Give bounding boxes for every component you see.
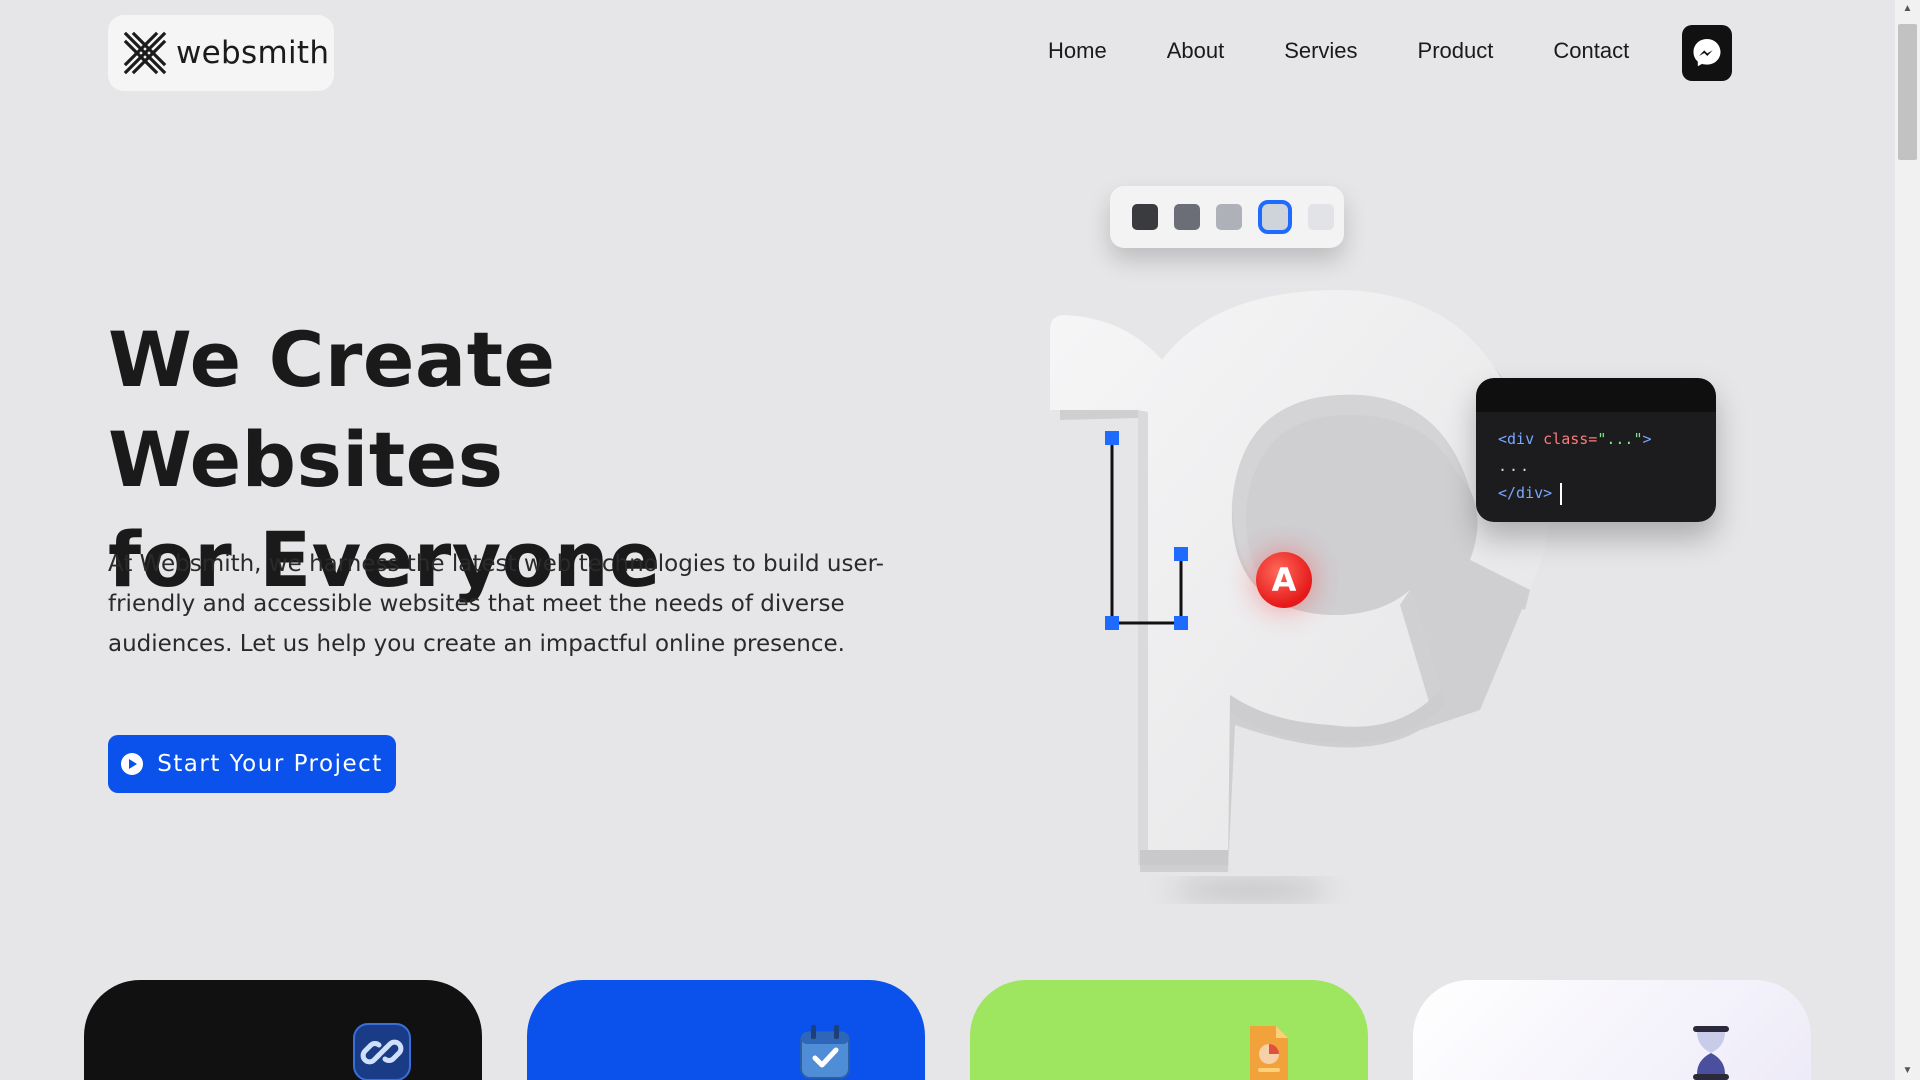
- feature-card[interactable]: [527, 980, 925, 1080]
- messenger-icon: [1693, 39, 1721, 67]
- main-nav: Home About Servies Product Contact: [1048, 38, 1689, 64]
- hero-description: At Websmith, we harness the latest web t…: [108, 551, 884, 657]
- calendar-check-icon: [800, 1025, 850, 1079]
- scroll-down-arrow-icon[interactable]: ▼: [1899, 1064, 1916, 1078]
- nav-contact[interactable]: Contact: [1553, 38, 1629, 64]
- color-swatch[interactable]: [1308, 204, 1334, 230]
- play-icon: [121, 753, 144, 775]
- scrollbar[interactable]: [1895, 0, 1920, 1080]
- messenger-button[interactable]: [1682, 25, 1732, 81]
- hourglass-icon: [1693, 1026, 1729, 1080]
- color-swatch-selected[interactable]: [1258, 200, 1292, 234]
- logo-text: websmith: [176, 35, 330, 71]
- nav-product[interactable]: Product: [1418, 38, 1494, 64]
- start-project-button[interactable]: Start Your Project: [108, 735, 396, 793]
- page: websmith Home About Servies Product Cont…: [0, 0, 1920, 1080]
- feature-card[interactable]: [84, 980, 482, 1080]
- code-line: ...: [1498, 457, 1532, 475]
- color-palette: [1110, 186, 1344, 248]
- nav-home[interactable]: Home: [1048, 38, 1107, 64]
- color-swatch[interactable]: [1174, 204, 1200, 230]
- color-swatch[interactable]: [1132, 204, 1158, 230]
- websmith-logo-icon: [123, 31, 167, 75]
- document-chart-icon: [1250, 1026, 1288, 1080]
- nav-about[interactable]: About: [1167, 38, 1225, 64]
- feature-card[interactable]: [970, 980, 1368, 1080]
- 3d-letter-shape: [1050, 290, 1550, 900]
- nav-services[interactable]: Servies: [1284, 38, 1357, 64]
- color-swatch[interactable]: [1216, 204, 1242, 230]
- code-line: <div class="...">: [1498, 430, 1652, 448]
- logo[interactable]: websmith: [108, 15, 334, 91]
- start-project-label: Start Your Project: [157, 751, 383, 777]
- angular-logo-icon: A: [1256, 552, 1312, 608]
- hero-illustration: <div class="..."> ... </div> A: [1000, 150, 1760, 910]
- scrollbar-thumb[interactable]: [1898, 24, 1917, 160]
- text-caret: [1560, 482, 1563, 505]
- hero-title-line1: We Create Websites: [108, 315, 556, 504]
- scroll-up-arrow-icon[interactable]: ▲: [1899, 2, 1916, 16]
- feature-card[interactable]: [1413, 980, 1811, 1080]
- code-snippet-card: <div class="..."> ... </div>: [1476, 378, 1716, 522]
- link-icon: [353, 1023, 411, 1080]
- code-line: </div>: [1498, 480, 1716, 507]
